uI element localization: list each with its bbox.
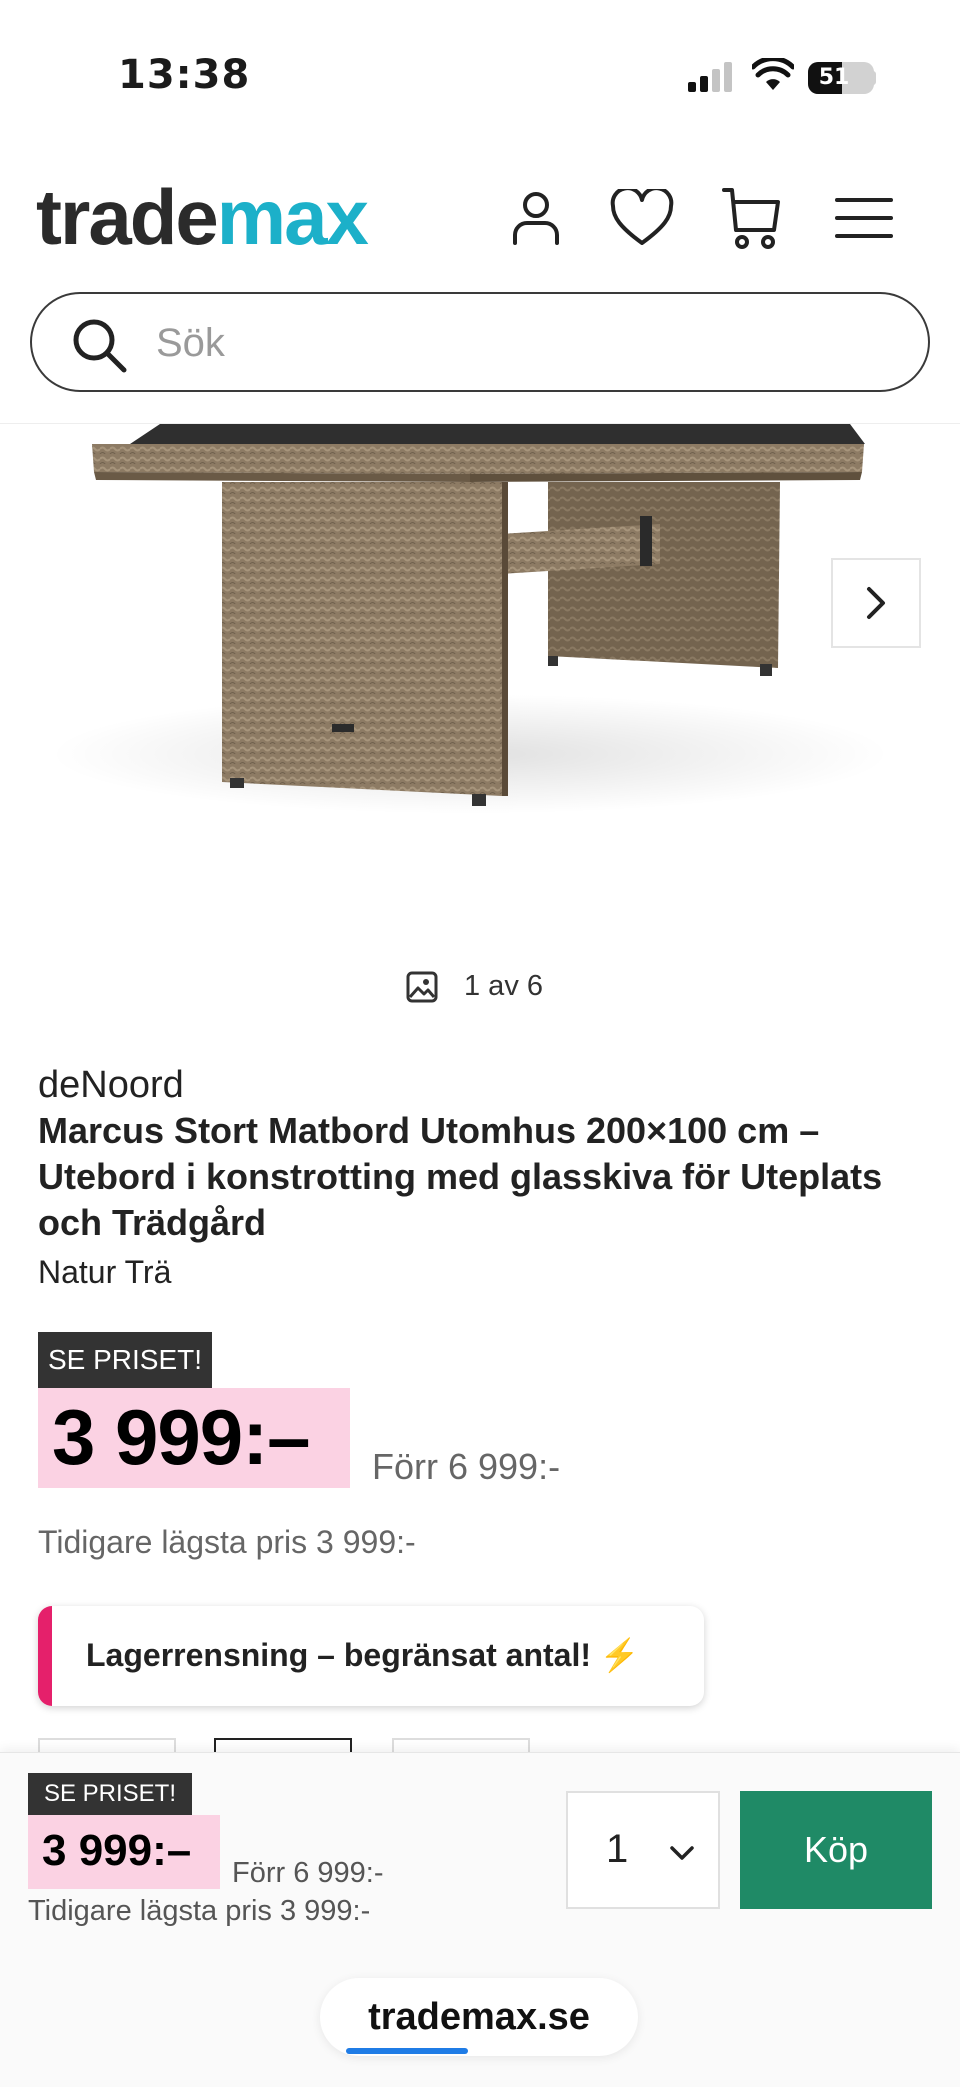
sticky-previous-price: Förr 6 999:- xyxy=(232,1857,384,1889)
battery-tip xyxy=(870,71,876,85)
user-icon[interactable] xyxy=(504,186,568,250)
cart-icon[interactable] xyxy=(720,186,784,250)
previous-price: Förr 6 999:- xyxy=(372,1446,561,1487)
clearance-banner: Lagerrensning – begränsat antal! ⚡ xyxy=(38,1606,704,1706)
lowest-price-note: Tidigare lägsta pris 3 999:- xyxy=(38,1524,416,1560)
current-price: 3 999:– xyxy=(52,1393,311,1481)
status-bar: 13:38 51 xyxy=(0,0,960,120)
product-image xyxy=(50,424,890,814)
logo-text-trade: trade xyxy=(36,173,219,261)
status-time: 13:38 xyxy=(118,52,251,98)
heart-icon[interactable] xyxy=(610,186,674,250)
search-bar[interactable] xyxy=(30,292,930,392)
sticky-price-box: 3 999:– xyxy=(28,1815,220,1889)
sticky-current-price: 3 999:– xyxy=(42,1826,192,1875)
chevron-right-icon xyxy=(867,587,885,619)
banner-text: Lagerrensning – begränsat antal! ⚡ xyxy=(86,1637,640,1673)
menu-icon[interactable] xyxy=(832,186,896,250)
sticky-lowest-price-note: Tidigare lägsta pris 3 999:- xyxy=(28,1895,371,1927)
product-variant: Natur Trä xyxy=(38,1254,172,1290)
quantity-select[interactable]: 1 xyxy=(566,1791,720,1909)
browser-url-bar[interactable]: trademax.se xyxy=(320,1978,638,2056)
quantity-value: 1 xyxy=(606,1827,629,1871)
promo-tag: SE PRISET! xyxy=(38,1332,212,1388)
battery-level: 51 xyxy=(818,65,850,90)
product-gallery[interactable] xyxy=(0,424,960,1024)
banner-accent-bar xyxy=(38,1606,52,1706)
image-counter-text: 1 av 6 xyxy=(464,970,543,1002)
signal-icon xyxy=(688,62,732,92)
search-icon[interactable] xyxy=(70,316,128,374)
trademax-logo[interactable]: trademax xyxy=(36,178,369,256)
sticky-promo-tag: SE PRISET! xyxy=(28,1773,192,1815)
product-title: Marcus Stort Matbord Utomhus 200×100 cm … xyxy=(38,1110,883,1243)
wifi-icon xyxy=(752,58,794,90)
battery-icon: 51 xyxy=(808,62,874,94)
product-brand[interactable]: deNoord xyxy=(38,1064,184,1107)
price-box: 3 999:– xyxy=(38,1388,350,1488)
image-icon xyxy=(406,971,438,1002)
page-load-progress xyxy=(346,2048,468,2054)
buy-button[interactable]: Köp xyxy=(740,1791,932,1909)
image-counter: 1 av 6 xyxy=(406,970,543,1003)
site-header: trademax xyxy=(0,120,960,424)
search-input[interactable] xyxy=(156,312,896,374)
logo-text-max: max xyxy=(216,173,369,261)
browser-url-text: trademax.se xyxy=(368,1996,590,2038)
gallery-next-button[interactable] xyxy=(831,558,921,648)
chevron-down-icon xyxy=(670,1846,694,1860)
